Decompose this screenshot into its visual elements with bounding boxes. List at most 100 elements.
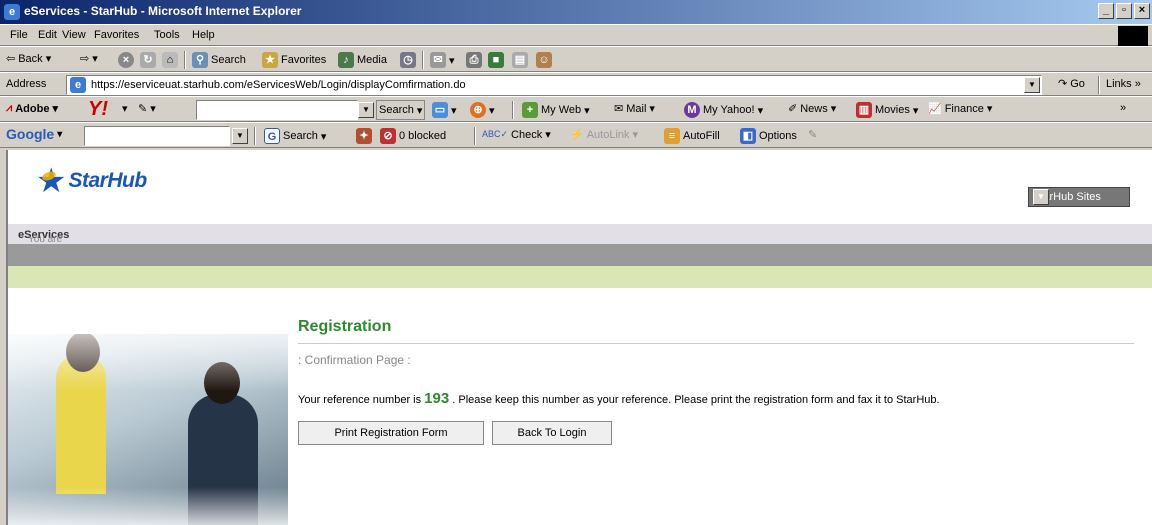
menu-tools[interactable]: Tools [154,29,180,41]
news-button[interactable]: ✐ News ▾ [788,102,836,116]
myweb-label: My Web [541,104,582,116]
chevron-down-icon: ▾ [52,103,58,115]
menu-help[interactable]: Help [192,29,215,41]
menu-view[interactable]: View [62,29,86,41]
highlighter-button[interactable]: ✎ [808,128,817,141]
forward-button[interactable]: ⇨ ▾ [80,52,98,65]
maximize-button[interactable]: ▫ [1116,3,1132,19]
messenger-icon: ☺ [536,52,552,68]
adobe-button[interactable]: ⩘ Adobe ▾ [6,102,58,115]
yahoo-dropdown[interactable]: ▾ [122,102,128,115]
highlight-button[interactable]: ▭ ▾ [432,102,457,118]
printer-icon: ⎙ [466,52,482,68]
yahoo-search-label: Search [379,104,414,116]
toolbar-separator [422,51,424,69]
yahoo-logo[interactable]: Y! [88,98,108,121]
pencil-button[interactable]: ✎ ▾ [138,102,156,115]
toolbar-separator [184,51,186,69]
google-search-dropdown[interactable]: ▼ [232,128,248,144]
back-arrow-icon: ⇦ [6,53,16,65]
back-button[interactable]: ⇦ Back ▾ [6,52,52,66]
chevron-down-icon: ▾ [545,129,551,141]
windows-logo-icon [1118,26,1148,46]
google-search-input[interactable] [84,126,230,146]
google-toolbar: Google ▾ ▼ G Search ▾ ✦ ⊘ 0 blocked ABC✓ Chec… [0,122,1152,148]
go-label: Go [1070,77,1085,90]
mail-icon: ✉ [430,52,446,68]
pencil-icon: ✎ [138,103,148,115]
options-icon: ◧ [740,128,756,144]
toolbar-separator [474,127,476,145]
toolbar-separator [512,101,514,119]
search-button[interactable]: ⚲ Search [192,52,246,68]
google-search-button[interactable]: G Search ▾ [264,128,326,144]
close-button[interactable]: × [1134,3,1150,19]
highlight-icon: ▭ [432,102,448,118]
google-logo-text: Google [6,126,55,142]
autolink-button[interactable]: ⚡ AutoLink ▾ [570,128,638,142]
message-suffix: . Please keep this number as your refere… [449,394,940,406]
media-button[interactable]: ♪ Media [338,52,387,68]
mail-button[interactable]: ✉ Mail ▾ [614,102,655,116]
myweb-button[interactable]: + My Web ▾ [522,102,590,118]
popup-blocker-icon: ⊘ [380,128,396,144]
mail-button[interactable]: ✉ ▾ [430,52,455,68]
chevron-down-icon: ▾ [584,104,590,117]
favorites-label: Favorites [281,54,327,66]
news-button[interactable]: ✦ [356,128,372,144]
more-chevron-icon[interactable]: » [1120,102,1126,114]
sites-dropdown-button[interactable]: ▼ [1033,189,1049,205]
discuss-button[interactable]: ▤ [512,52,528,68]
movies-label: Movies [875,104,910,116]
search-label: Search [211,54,246,66]
news-label: News [800,102,828,115]
myweb-icon: + [522,102,538,118]
chevron-down-icon: ▾ [449,54,455,67]
menu-edit[interactable]: Edit [38,29,57,41]
autofill-button[interactable]: ≡ AutoFill [664,128,720,144]
go-button[interactable]: ↷ Go [1058,77,1085,91]
minimize-button[interactable]: _ [1098,3,1114,19]
starhub-logo[interactable]: ★ StarHub [36,164,147,198]
yahoo-search-dropdown[interactable]: ▼ [358,102,374,118]
chevron-down-icon: ▾ [757,104,764,117]
favorites-button[interactable]: ★ Favorites [262,52,326,68]
links-label: Links [1106,78,1132,90]
chevron-down-icon: ▾ [57,128,63,140]
adobe-label: Adobe [15,102,50,115]
back-to-login-button[interactable]: Back To Login [492,421,612,445]
blocked-label: 0 blocked [399,130,447,142]
stop-button[interactable]: × [118,52,134,68]
spell-check-button[interactable]: ABC✓ Check ▾ [482,128,551,142]
popup-blocker-button[interactable]: ⊘ 0 blocked [380,128,446,144]
star-icon: ★ [36,162,67,200]
messenger-button[interactable]: ☺ [536,52,552,68]
google-logo[interactable]: Google ▾ [6,126,62,142]
myyahoo-button[interactable]: M My Yahoo! ▾ [684,102,763,118]
address-dropdown-button[interactable]: ▼ [1024,77,1040,93]
history-button[interactable]: ◷ [400,52,416,68]
anti-spy-button[interactable]: ⊕ ▾ [470,102,495,118]
address-label: Address [6,78,47,90]
main-content: Registration : Confirmation Page : Your … [298,318,1134,445]
title-divider [298,343,1134,344]
refresh-button[interactable]: ↻ [140,52,156,68]
options-button[interactable]: ◧ Options [740,128,797,144]
sub-nav-band [8,266,1152,288]
chevron-down-icon: ▾ [912,104,919,117]
print-button[interactable]: ⎙ [466,52,482,68]
movies-button[interactable]: ▥ Movies ▾ [856,102,918,118]
chevron-down-icon: ▾ [45,53,52,65]
links-button[interactable]: Links» [1106,78,1141,90]
address-input[interactable]: e https://eserviceuat.starhub.com/eServi… [66,75,1042,95]
menu-file[interactable]: File [10,29,28,41]
starhub-sites-select[interactable]: StarHub Sites ▼ [1028,187,1130,207]
yahoo-search-input[interactable] [196,100,358,120]
edit-button[interactable]: ■ [488,52,504,68]
home-button[interactable]: ⌂ [162,52,178,68]
yahoo-search-button[interactable]: Search ▾ [376,100,426,120]
menu-favorites[interactable]: Favorites [94,29,139,41]
finance-button[interactable]: 📈 Finance ▾ [928,102,992,116]
address-bar: Address e https://eserviceuat.starhub.co… [0,72,1152,96]
print-registration-form-button[interactable]: Print Registration Form [298,421,484,445]
